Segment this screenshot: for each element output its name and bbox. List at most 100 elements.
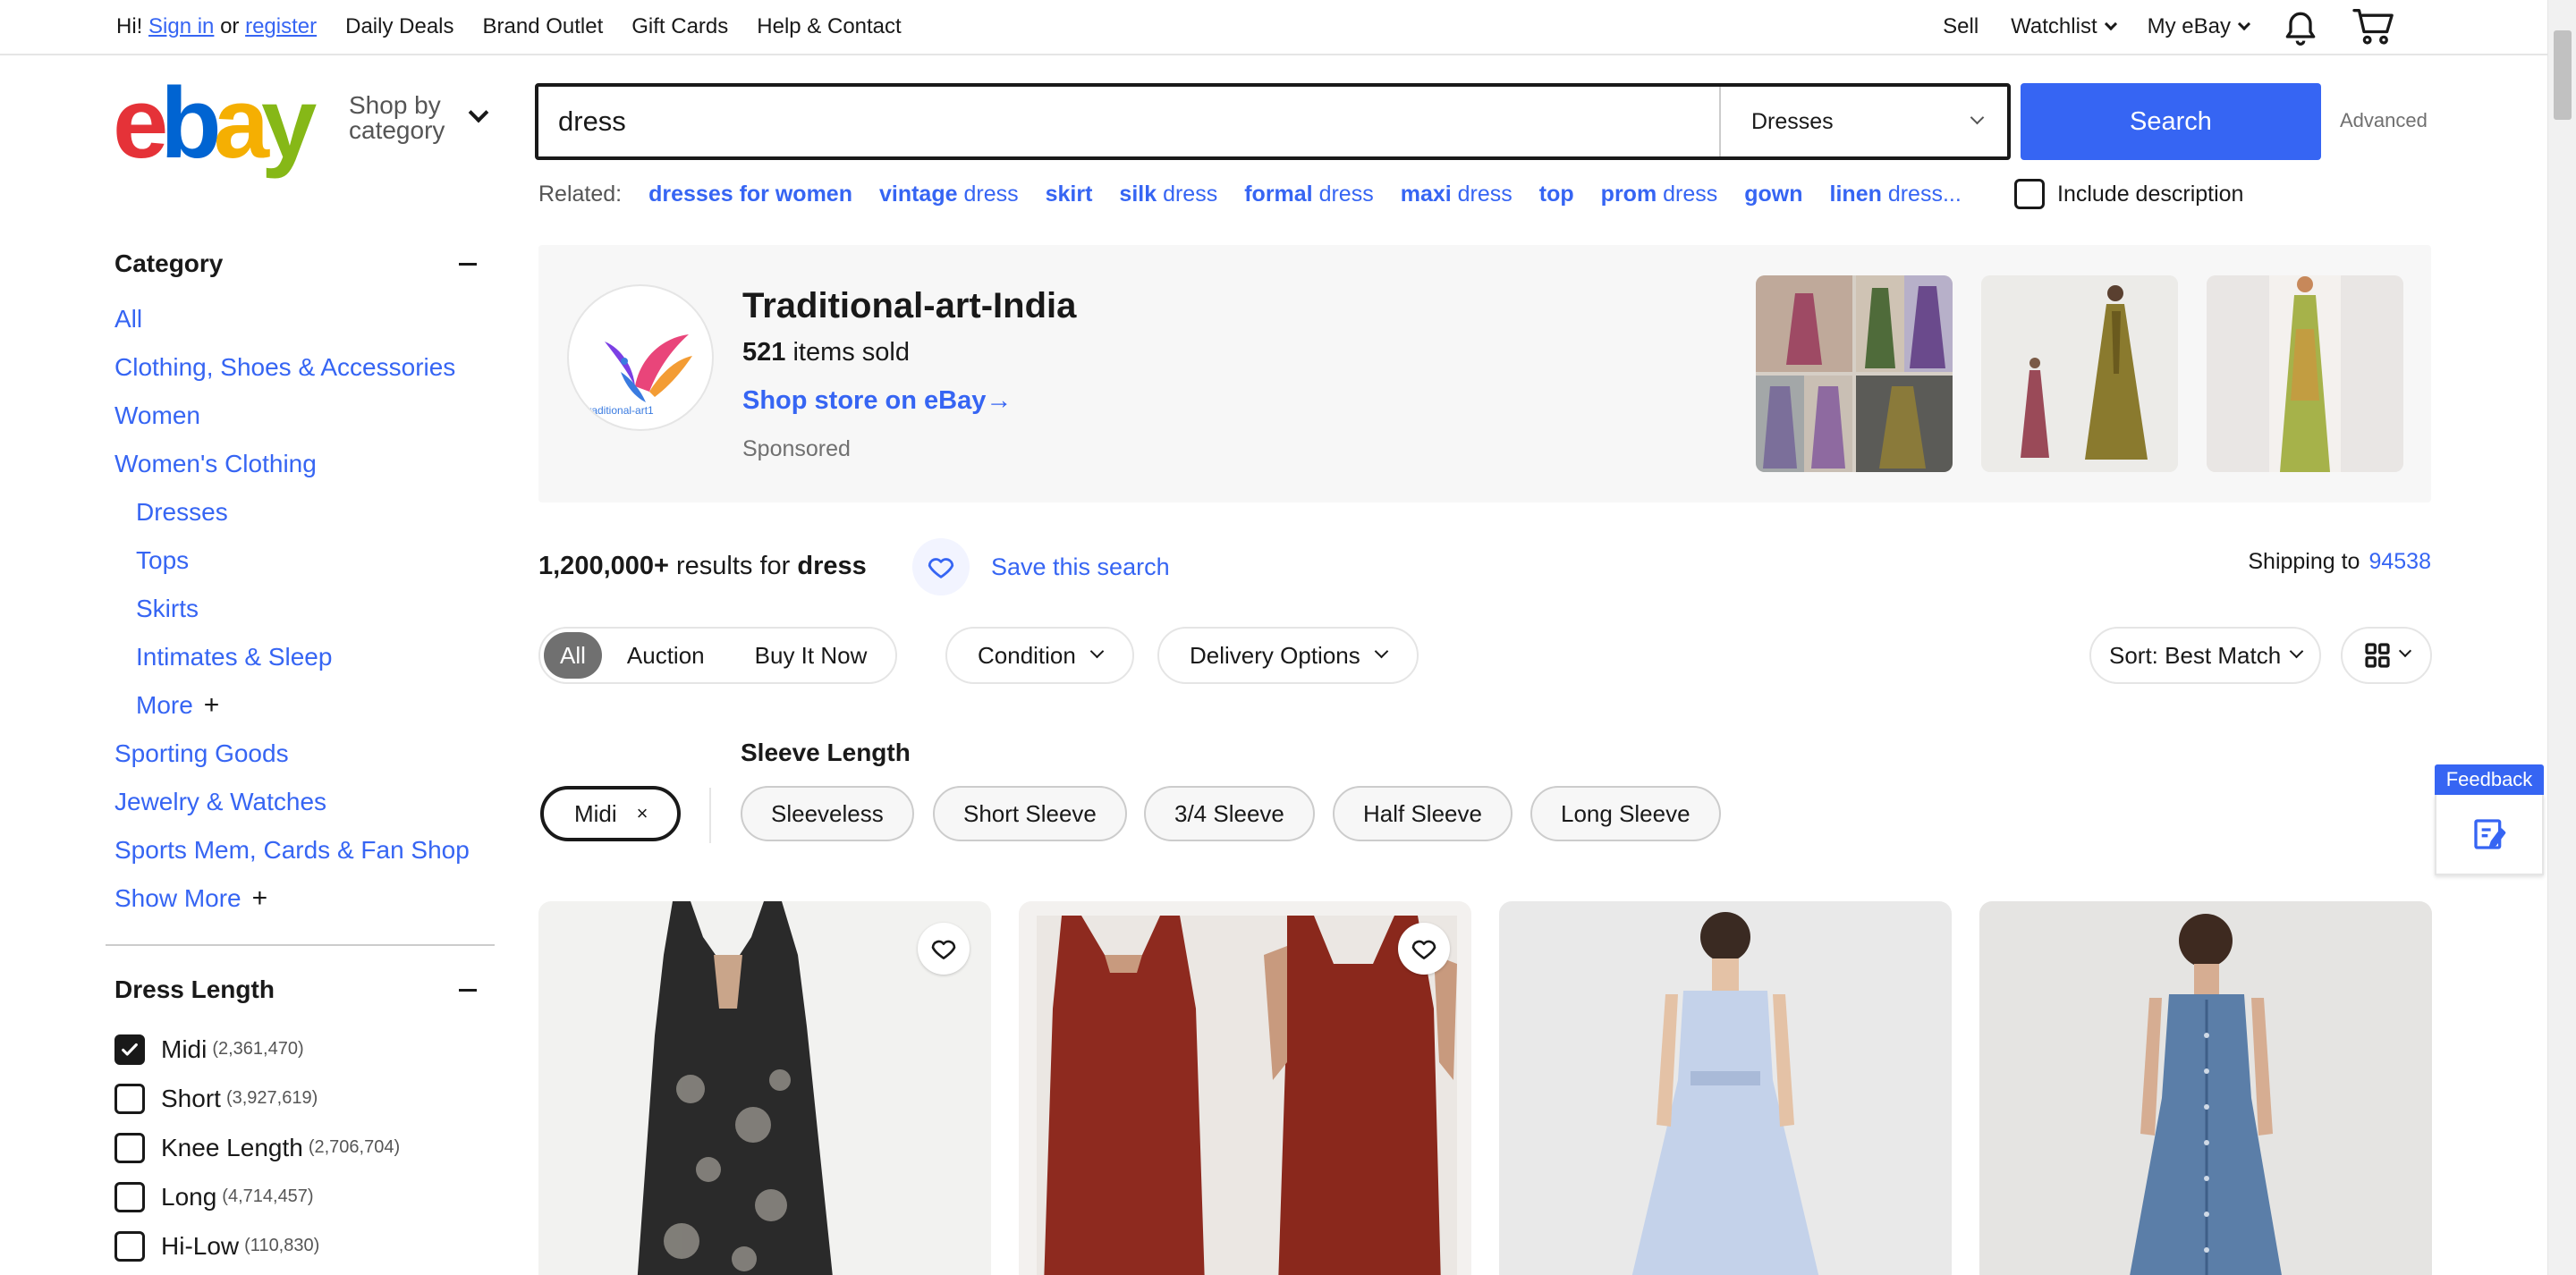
related-link[interactable]: dresses for women: [648, 182, 852, 207]
product-card[interactable]: [1499, 901, 1952, 1275]
shop-by-category-button[interactable]: Shop by category: [349, 93, 489, 143]
ebay-logo[interactable]: ebay: [113, 73, 317, 173]
dress-length-option-long[interactable]: Long (4,714,457): [114, 1172, 495, 1221]
search-button[interactable]: Search: [2021, 83, 2321, 160]
sleeve-chip-long-sleeve[interactable]: Long Sleeve: [1530, 786, 1721, 841]
category-item-all[interactable]: All: [114, 295, 495, 343]
dress-length-option-short[interactable]: Short (3,927,619): [114, 1074, 495, 1123]
sleeve-chip-short-sleeve[interactable]: Short Sleeve: [933, 786, 1127, 841]
page-scrollbar[interactable]: [2547, 0, 2576, 1275]
gift-cards-link[interactable]: Gift Cards: [631, 14, 728, 39]
store-logo[interactable]: traditional-art1: [567, 284, 714, 431]
related-link[interactable]: skirt: [1046, 182, 1093, 207]
include-description-checkbox[interactable]: Include description: [2014, 179, 2243, 209]
daily-deals-link[interactable]: Daily Deals: [345, 14, 453, 39]
product-card[interactable]: [538, 901, 991, 1275]
dress-length-header[interactable]: Dress Length: [114, 967, 495, 1012]
shop-store-link[interactable]: Shop store on eBay→: [742, 386, 1012, 416]
category-section-header[interactable]: Category: [114, 241, 495, 286]
checkbox-checked[interactable]: [114, 1034, 145, 1065]
shipping-zip-link[interactable]: 94538: [2368, 549, 2431, 574]
logo-letter-a: a: [213, 67, 269, 179]
product-card[interactable]: [1019, 901, 1471, 1275]
search-input[interactable]: [538, 87, 1719, 156]
collapse-minus-icon[interactable]: [459, 262, 477, 266]
related-link[interactable]: maxi dress: [1401, 182, 1513, 207]
buying-format-toggle: All Auction Buy It Now: [538, 627, 898, 684]
store-name[interactable]: Traditional-art-India: [742, 286, 1076, 326]
category-item-more[interactable]: More +: [114, 681, 495, 730]
related-link[interactable]: silk dress: [1119, 182, 1217, 207]
collapse-minus-icon[interactable]: [459, 988, 477, 992]
related-link-bold: formal: [1244, 182, 1313, 207]
related-link[interactable]: formal dress: [1244, 182, 1374, 207]
format-buy-it-now[interactable]: Buy It Now: [730, 632, 893, 679]
add-to-watchlist-button[interactable]: [918, 923, 970, 975]
category-item-sports-mem[interactable]: Sports Mem, Cards & Fan Shop: [114, 826, 495, 874]
sort-dropdown[interactable]: Sort: Best Match: [2089, 627, 2322, 684]
checkbox-box[interactable]: [2014, 179, 2045, 209]
option-count: (110,830): [244, 1236, 320, 1255]
condition-filter[interactable]: Condition: [945, 627, 1134, 684]
related-link[interactable]: vintage dress: [879, 182, 1019, 207]
store-thumbnail-dress-2[interactable]: [1981, 275, 2178, 472]
store-thumbnail-dress-3[interactable]: [2207, 275, 2403, 472]
category-item-show-more[interactable]: Show More +: [114, 874, 495, 923]
save-search-button[interactable]: Save this search: [912, 538, 1170, 595]
remove-filter-icon[interactable]: ×: [637, 802, 648, 825]
sponsored-store-banner[interactable]: traditional-art1 Traditional-art-India 5…: [538, 245, 2431, 502]
scrollbar-thumb[interactable]: [2554, 30, 2572, 120]
show-more-label: Show More: [114, 884, 242, 912]
category-item-jewelry[interactable]: Jewelry & Watches: [114, 778, 495, 826]
related-link-rest: dress: [1451, 182, 1513, 207]
format-all[interactable]: All: [544, 632, 602, 679]
chevron-down-icon: [2398, 644, 2412, 658]
category-item-tops[interactable]: Tops: [114, 536, 495, 585]
sleeve-chip-sleeveless[interactable]: Sleeveless: [741, 786, 914, 841]
store-thumbnail-collage[interactable]: [1756, 275, 1953, 472]
dress-length-option-hi-low[interactable]: Hi-Low (110,830): [114, 1221, 495, 1271]
view-toggle-button[interactable]: [2341, 627, 2432, 684]
checkbox-box[interactable]: [114, 1230, 145, 1262]
sleeve-chip-half-sleeve[interactable]: Half Sleeve: [1333, 786, 1513, 841]
category-item-intimates[interactable]: Intimates & Sleep: [114, 633, 495, 681]
category-select[interactable]: Dresses: [1719, 87, 2007, 156]
sign-in-link[interactable]: Sign in: [148, 14, 214, 38]
category-item-skirts[interactable]: Skirts: [114, 585, 495, 633]
sleeve-length-title: Sleeve Length: [741, 739, 911, 766]
feedback-widget[interactable]: Feedback: [2435, 764, 2544, 875]
sell-link[interactable]: Sell: [1943, 14, 1979, 39]
my-ebay-menu[interactable]: My eBay: [2148, 14, 2251, 39]
checkbox-box[interactable]: [114, 1132, 145, 1163]
advanced-search-link[interactable]: Advanced: [2340, 109, 2428, 132]
category-item-women[interactable]: Women: [114, 392, 495, 440]
notification-bell-icon[interactable]: [2281, 7, 2320, 46]
help-contact-link[interactable]: Help & Contact: [757, 14, 901, 39]
delivery-options-filter[interactable]: Delivery Options: [1157, 627, 1419, 684]
option-label: Knee Length: [161, 1133, 303, 1161]
related-link[interactable]: prom dress: [1601, 182, 1718, 207]
cart-icon[interactable]: [2352, 7, 2395, 46]
category-item-womens-clothing[interactable]: Women's Clothing: [114, 440, 495, 488]
related-link[interactable]: top: [1539, 182, 1574, 207]
category-item-sporting-goods[interactable]: Sporting Goods: [114, 730, 495, 778]
checkbox-box[interactable]: [114, 1181, 145, 1212]
dress-length-option-midi[interactable]: Midi (2,361,470): [114, 1025, 495, 1074]
category-item-clothing[interactable]: Clothing, Shoes & Accessories: [114, 343, 495, 392]
active-filter-chip-midi[interactable]: Midi ×: [540, 786, 681, 841]
related-link-rest: dress: [1657, 182, 1718, 207]
register-link[interactable]: register: [245, 14, 317, 38]
condition-label: Condition: [978, 641, 1076, 669]
product-card[interactable]: [1979, 901, 2432, 1275]
add-to-watchlist-button[interactable]: [1398, 923, 1450, 975]
sleeve-chip-three-quarter[interactable]: 3/4 Sleeve: [1144, 786, 1315, 841]
category-item-dresses[interactable]: Dresses: [114, 488, 495, 536]
format-auction[interactable]: Auction: [602, 632, 730, 679]
watchlist-menu[interactable]: Watchlist: [2011, 14, 2117, 39]
checkbox-box[interactable]: [114, 1083, 145, 1114]
related-link[interactable]: linen dress...: [1830, 182, 1962, 207]
dress-length-option-knee[interactable]: Knee Length (2,706,704): [114, 1123, 495, 1172]
related-link[interactable]: gown: [1744, 182, 1802, 207]
brand-outlet-link[interactable]: Brand Outlet: [483, 14, 604, 39]
plus-icon: +: [203, 690, 220, 720]
